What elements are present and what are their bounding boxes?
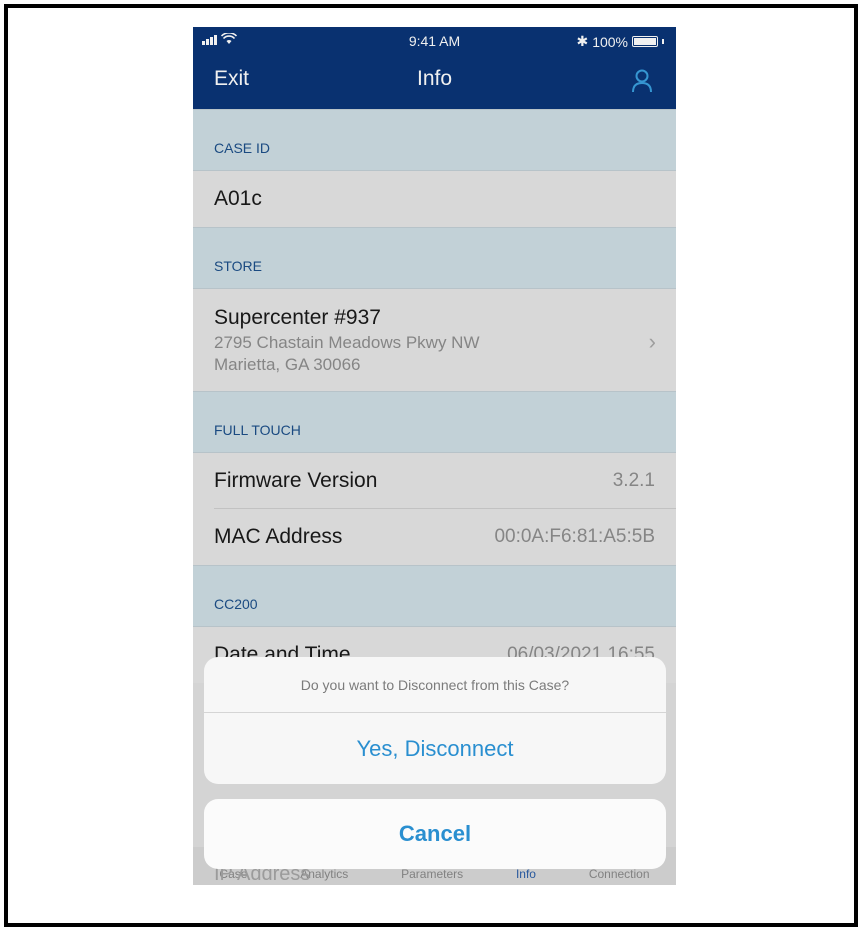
cancel-button[interactable]: Cancel <box>204 799 666 869</box>
action-sheet-message: Do you want to Disconnect from this Case… <box>204 657 666 713</box>
action-sheet: Do you want to Disconnect from this Case… <box>204 657 666 784</box>
yes-disconnect-button[interactable]: Yes, Disconnect <box>204 713 666 784</box>
phone-screen: 9:41 AM ✱ 100% Exit Info CASE ID A01c ST… <box>193 27 676 885</box>
